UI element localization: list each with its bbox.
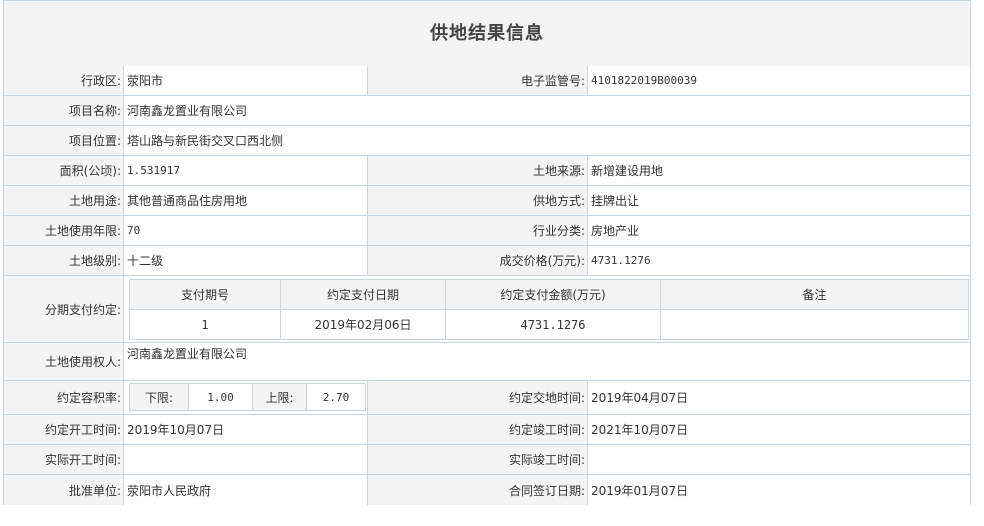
project-location-label: 项目位置: [4, 126, 124, 155]
row-start-time: 约定开工时间: 2019年10月07日 约定竣工时间: 2021年10月07日 [4, 415, 970, 445]
row-use-years: 土地使用年限: 70 行业分类: 房地产业 [4, 216, 970, 246]
col-period-no: 支付期号 [129, 279, 281, 310]
complete-time-label: 约定竣工时间: [368, 415, 588, 444]
industry-value: 房地产业 [588, 216, 970, 245]
remark-cell [660, 309, 969, 340]
approver-value: 荥阳市人民政府 [124, 475, 368, 505]
far-upper-label: 上限: [252, 383, 307, 411]
industry-label: 行业分类: [368, 216, 588, 245]
land-source-value: 新增建设用地 [588, 156, 970, 185]
supply-method-value: 挂牌出让 [588, 186, 970, 215]
supply-method-label: 供地方式: [368, 186, 588, 215]
period-no-cell: 1 [129, 309, 281, 340]
row-far: 约定容积率: 下限: 1.00 上限: 2.70 约定交地时间: 2019年04… [4, 381, 970, 415]
table-row: 1 2019年02月06日 4731.1276 [129, 309, 969, 340]
land-source-label: 土地来源: [368, 156, 588, 185]
holder-value: 河南鑫龙置业有限公司 [124, 343, 970, 380]
far-lower-value: 1.00 [188, 383, 253, 411]
actual-complete-label: 实际竣工时间: [368, 445, 588, 474]
land-supply-result-panel: 供地结果信息 行政区: 荥阳市 电子监管号: 4101822019B00039 … [3, 0, 971, 505]
approver-label: 批准单位: [4, 475, 124, 505]
row-holder: 土地使用权人: 河南鑫龙置业有限公司 [4, 343, 970, 381]
col-remark: 备注 [660, 279, 969, 310]
contract-date-value: 2019年01月07日 [588, 475, 970, 505]
use-years-label: 土地使用年限: [4, 216, 124, 245]
col-pay-date: 约定支付日期 [280, 279, 446, 310]
land-level-value: 十二级 [124, 246, 368, 275]
panel-header: 供地结果信息 [4, 1, 970, 67]
land-use-value: 其他普通商品住房用地 [124, 186, 368, 215]
actual-start-label: 实际开工时间: [4, 445, 124, 474]
far-label: 约定容积率: [4, 381, 124, 414]
project-name-label: 项目名称: [4, 96, 124, 125]
page-title: 供地结果信息 [430, 23, 544, 44]
land-use-label: 土地用途: [4, 186, 124, 215]
project-name-value: 河南鑫龙置业有限公司 [124, 96, 970, 125]
col-pay-amount: 约定支付金额(万元) [445, 279, 661, 310]
row-installment: 分期支付约定: 支付期号 约定支付日期 约定支付金额(万元) 备注 1 2019… [4, 276, 970, 343]
start-time-value: 2019年10月07日 [124, 415, 368, 444]
row-approver: 批准单位: 荥阳市人民政府 合同签订日期: 2019年01月07日 [4, 475, 970, 505]
holder-label: 土地使用权人: [4, 343, 124, 380]
deal-price-value: 4731.1276 [588, 246, 970, 275]
handover-time-value: 2019年04月07日 [588, 381, 970, 414]
row-district: 行政区: 荥阳市 电子监管号: 4101822019B00039 [4, 66, 970, 96]
district-value: 荥阳市 [124, 66, 368, 95]
row-area: 面积(公顷): 1.531917 土地来源: 新增建设用地 [4, 156, 970, 186]
land-level-label: 土地级别: [4, 246, 124, 275]
far-table: 下限: 1.00 上限: 2.70 [129, 383, 366, 411]
actual-start-value [124, 445, 368, 474]
far-lower-label: 下限: [129, 383, 189, 411]
row-land-use: 土地用途: 其他普通商品住房用地 供地方式: 挂牌出让 [4, 186, 970, 216]
start-time-label: 约定开工时间: [4, 415, 124, 444]
handover-time-label: 约定交地时间: [368, 381, 588, 414]
complete-time-value: 2021年10月07日 [588, 415, 970, 444]
project-location-value: 塔山路与新民街交叉口西北侧 [124, 126, 970, 155]
row-project-location: 项目位置: 塔山路与新民街交叉口西北侧 [4, 126, 970, 156]
area-label: 面积(公顷): [4, 156, 124, 185]
district-label: 行政区: [4, 66, 124, 95]
row-project-name: 项目名称: 河南鑫龙置业有限公司 [4, 96, 970, 126]
supervision-no-value: 4101822019B00039 [588, 66, 970, 95]
actual-complete-value [588, 445, 970, 474]
installment-label: 分期支付约定: [4, 276, 124, 342]
row-land-level: 土地级别: 十二级 成交价格(万元): 4731.1276 [4, 246, 970, 276]
pay-amount-cell: 4731.1276 [445, 309, 661, 340]
contract-date-label: 合同签订日期: [368, 475, 588, 505]
row-actual-start: 实际开工时间: 实际竣工时间: [4, 445, 970, 475]
installment-header-row: 支付期号 约定支付日期 约定支付金额(万元) 备注 [129, 279, 969, 310]
installment-table: 支付期号 约定支付日期 约定支付金额(万元) 备注 1 2019年02月06日 … [129, 279, 969, 340]
supervision-no-label: 电子监管号: [368, 66, 588, 95]
deal-price-label: 成交价格(万元): [368, 246, 588, 275]
pay-date-cell: 2019年02月06日 [280, 309, 446, 340]
use-years-value: 70 [124, 216, 368, 245]
far-upper-value: 2.70 [306, 383, 366, 411]
area-value: 1.531917 [124, 156, 368, 185]
